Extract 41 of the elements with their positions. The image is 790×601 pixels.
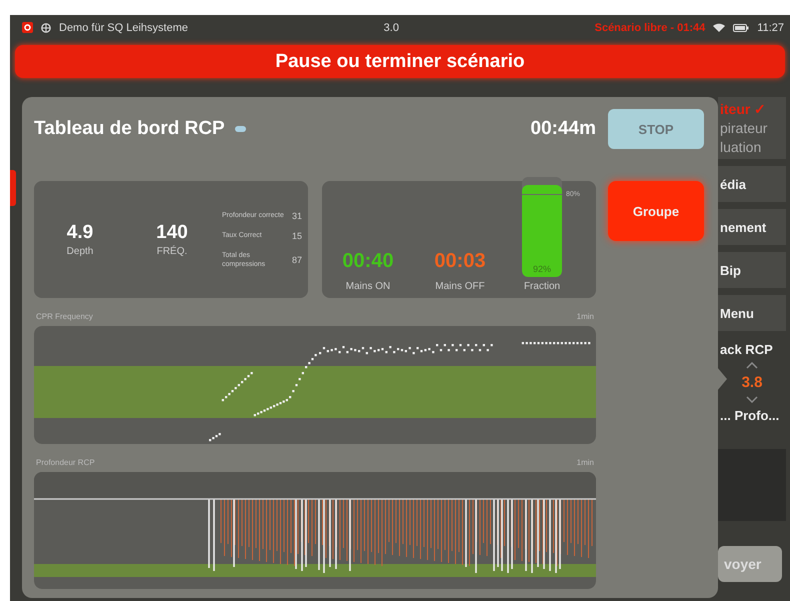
metric-label: Mains ON xyxy=(346,281,390,292)
metric-value: 140 xyxy=(156,222,188,244)
detail-value: 15 xyxy=(292,230,302,240)
globe-icon xyxy=(41,22,51,32)
menu-text: luation xyxy=(720,138,762,156)
battery-icon xyxy=(733,24,750,32)
metric-label: Mains OFF xyxy=(435,281,485,292)
fraction-value: 92% xyxy=(532,264,551,276)
chevron-down-icon[interactable] xyxy=(746,396,758,403)
duration-value: 00:03 xyxy=(434,250,486,273)
wifi-icon xyxy=(713,23,726,32)
elapsed-timer: 00:44m xyxy=(530,118,596,140)
dashboard-title: Tableau de bord RCP xyxy=(34,118,225,140)
app-name: Demo für SQ Leihsysteme xyxy=(59,22,188,34)
time-scale: 1min xyxy=(576,458,594,469)
dark-panel xyxy=(718,449,786,521)
menu-button[interactable]: édia xyxy=(718,166,786,202)
metric-label: Fraction xyxy=(524,281,560,292)
menu-text: ack RCP xyxy=(719,342,773,357)
menu-text: ... Profo... xyxy=(719,408,780,423)
metric-label: FRÉQ. xyxy=(156,246,188,257)
menu-text: iteur ✓ xyxy=(720,100,768,118)
menu-button[interactable]: Bip xyxy=(718,252,786,288)
menu-button[interactable]: nement xyxy=(718,209,786,245)
stepper-value: 3.8 xyxy=(742,374,762,391)
version-label: 3.0 xyxy=(384,22,399,34)
pause-banner[interactable]: Pause ou terminer scénario xyxy=(15,45,785,78)
menu-button[interactable]: Menu xyxy=(718,295,786,331)
clock-time: 11:27 xyxy=(757,22,784,34)
metric-label: Depth xyxy=(66,246,94,257)
app-logo-icon xyxy=(22,22,33,33)
duration-value: 00:40 xyxy=(342,250,394,273)
metric-value: 4.9 xyxy=(66,222,94,244)
chart-title: Profondeur RCP xyxy=(36,458,95,469)
detail-value: 31 xyxy=(292,210,302,220)
chevron-up-icon[interactable] xyxy=(746,362,758,369)
detail-value: 87 xyxy=(292,254,302,264)
chart-title: CPR Frequency xyxy=(36,312,93,323)
menu-text: pirateur xyxy=(720,118,768,138)
time-scale: 1min xyxy=(576,312,594,323)
scenario-timer: Scénario libre - 01:44 xyxy=(594,22,706,34)
